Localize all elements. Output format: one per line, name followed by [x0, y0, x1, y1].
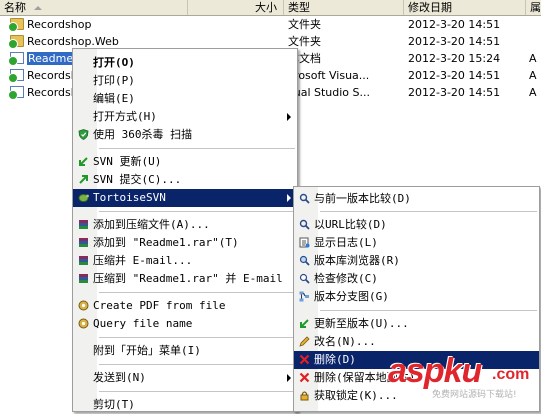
- svn-update-icon: [79, 157, 88, 166]
- submenu-arrow-icon: [287, 113, 291, 121]
- submenu-arrow-icon: [287, 194, 291, 202]
- watermark-tagline: 免费网站源码下载站!: [432, 390, 517, 400]
- file-name: Recordsh: [27, 69, 78, 82]
- svn-item-diff-prev[interactable]: 与前一版本比较(D): [294, 190, 539, 208]
- column-name-label: 名称: [4, 1, 26, 14]
- menu-item-zip-email[interactable]: 压缩并 E-mail...: [73, 252, 297, 270]
- menu-item-svn-update[interactable]: SVN 更新(U): [73, 153, 297, 171]
- menu-separator: [320, 211, 537, 212]
- delete-x-icon: [299, 372, 310, 383]
- file-attr: A: [529, 86, 537, 99]
- menu-item-add-archive[interactable]: 添加到压缩文件(A)...: [73, 216, 297, 234]
- pdf-gear-icon: [78, 318, 89, 329]
- menu-item-add-rar[interactable]: 添加到 "Readme1.rar"(T): [73, 234, 297, 252]
- menu-item-print[interactable]: 打印(P): [73, 72, 297, 90]
- column-name[interactable]: 名称: [0, 0, 188, 15]
- menu-separator: [99, 391, 295, 392]
- svn-item-update-to-revision[interactable]: 更新至版本(U)...: [294, 315, 539, 333]
- watermark-domain: .com: [492, 366, 530, 383]
- menu-item-zip-rar-email[interactable]: 压缩到 "Readme1.rar" 并 E-mail: [73, 270, 297, 288]
- file-type: sual Studio S...: [288, 86, 371, 99]
- menu-separator: [99, 292, 295, 293]
- column-attr-label: 属: [530, 1, 541, 14]
- check-modifications-icon: [299, 273, 310, 284]
- column-size[interactable]: 大小: [188, 0, 284, 15]
- pdf-gear-icon: [78, 300, 89, 311]
- file-attr: A: [529, 52, 537, 65]
- menu-item-pin-start[interactable]: 附到「开始」菜单(I): [73, 342, 297, 360]
- context-menu: 打开(O) 打印(P) 编辑(E) 打开方式(H) 使用 360杀毒 扫描 SV…: [72, 48, 298, 412]
- diff-url-icon: [299, 219, 310, 230]
- svn-file-icon: [8, 86, 24, 100]
- menu-item-open-with[interactable]: 打开方式(H): [73, 108, 297, 126]
- svn-folder-icon: [8, 18, 24, 32]
- menu-item-open[interactable]: 打开(O): [73, 54, 297, 72]
- shield-icon: [78, 129, 89, 140]
- menu-separator: [99, 211, 295, 212]
- file-type: crosoft Visua...: [288, 69, 370, 82]
- diff-icon: [299, 193, 310, 204]
- winrar-icon: [79, 220, 88, 229]
- svn-item-check-modifications[interactable]: 检查修改(C): [294, 270, 539, 288]
- svn-item-revision-graph[interactable]: 版本分支图(G): [294, 288, 539, 306]
- winrar-icon: [79, 274, 88, 283]
- svn-item-repo-browser[interactable]: 版本库浏览器(R): [294, 252, 539, 270]
- menu-item-send-to[interactable]: 发送到(N): [73, 369, 297, 387]
- file-date: 2012-3-20 14:51: [408, 18, 501, 31]
- file-attr: A: [529, 69, 537, 82]
- svn-item-diff-url[interactable]: 以URL比较(D): [294, 216, 539, 234]
- revision-graph-icon: [299, 291, 309, 302]
- watermark-brand: aspku: [388, 352, 482, 390]
- svn-item-rename[interactable]: 改名(N)...: [294, 333, 539, 351]
- menu-separator: [99, 148, 295, 149]
- column-header: 名称 大小 类型 修改日期 属: [0, 0, 541, 16]
- menu-separator: [99, 337, 295, 338]
- menu-item-cut[interactable]: 剪切(T): [73, 396, 297, 414]
- menu-item-tortoise-svn[interactable]: TortoiseSVN: [73, 189, 297, 207]
- column-modified[interactable]: 修改日期: [404, 0, 526, 15]
- winrar-icon: [79, 238, 88, 247]
- rename-icon: [299, 336, 310, 347]
- svn-text-file-icon: [8, 52, 24, 66]
- menu-item-edit[interactable]: 编辑(E): [73, 90, 297, 108]
- file-date: 2012-3-20 14:51: [408, 69, 501, 82]
- log-icon: [299, 237, 310, 248]
- file-type: 文件夹: [288, 18, 321, 31]
- svn-solution-file-icon: [8, 69, 24, 83]
- column-type[interactable]: 类型: [284, 0, 404, 15]
- file-date: 2012-3-20 14:51: [408, 35, 501, 48]
- winrar-icon: [79, 256, 88, 265]
- repo-browser-icon: [299, 255, 310, 266]
- column-attr[interactable]: 属: [526, 0, 541, 15]
- aspku-watermark-logo: aspku .com 免费网站源码下载站!: [388, 352, 538, 404]
- menu-item-create-pdf[interactable]: Create PDF from file: [73, 297, 297, 315]
- menu-item-scan-360[interactable]: 使用 360杀毒 扫描: [73, 126, 297, 144]
- delete-x-icon: [299, 354, 310, 365]
- svn-folder-icon: [8, 35, 24, 49]
- file-name: Recordsh: [27, 86, 78, 99]
- svn-item-show-log[interactable]: 显示日志(L): [294, 234, 539, 252]
- tortoise-svn-icon: [78, 194, 89, 202]
- file-name: Recordshop: [27, 18, 92, 31]
- column-type-label: 类型: [288, 1, 310, 14]
- menu-item-svn-commit[interactable]: SVN 提交(C)...: [73, 171, 297, 189]
- update-to-revision-icon: [300, 319, 309, 328]
- file-name: Recordshop.Web: [27, 35, 119, 48]
- menu-separator: [99, 364, 295, 365]
- svn-commit-icon: [79, 175, 88, 184]
- file-date: 2012-3-20 15:24: [408, 52, 501, 65]
- menu-separator: [320, 310, 537, 311]
- lock-icon: [300, 391, 309, 401]
- column-size-label: 大小: [255, 1, 277, 14]
- menu-item-query-name[interactable]: Query file name: [73, 315, 297, 333]
- submenu-arrow-icon: [287, 374, 291, 382]
- file-row[interactable]: Recordshop 文件夹 2012-3-20 14:51: [0, 16, 541, 33]
- column-modified-label: 修改日期: [408, 1, 452, 14]
- file-date: 2012-3-20 14:51: [408, 86, 501, 99]
- sort-ascending-icon: [34, 6, 42, 10]
